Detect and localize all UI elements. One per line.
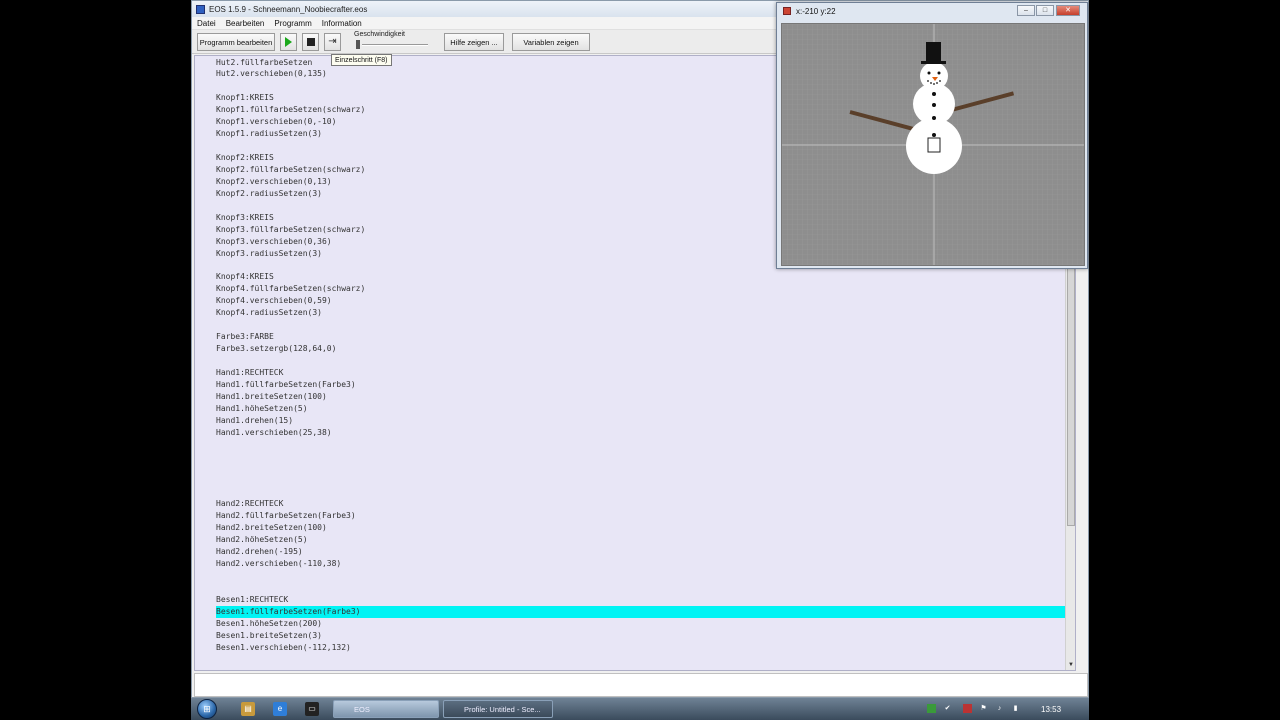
code-line[interactable]: Knopf3.radiusSetzen(3) (216, 248, 322, 260)
code-line[interactable]: Besen1:RECHTECK (216, 594, 288, 606)
tray-power-icon[interactable]: ▮ (1011, 704, 1020, 713)
taskbar: ⊞ ▤ e ▭ EOS Profile: Untitled - Sce... ✔… (191, 698, 1089, 720)
scroll-thumb[interactable] (1067, 266, 1075, 526)
drawing-window-title-bar[interactable]: x:-210 y:22 – □ ✕ (777, 3, 1087, 19)
left-eye (927, 71, 931, 75)
code-line[interactable]: Knopf2:KREIS (216, 152, 274, 164)
code-line[interactable]: Knopf2.verschieben(0,13) (216, 176, 332, 188)
task-eos[interactable]: EOS (333, 700, 439, 718)
code-line[interactable]: Hand2.verschieben(-110,38) (216, 558, 341, 570)
code-line[interactable]: Besen1.verschieben(-112,132) (216, 642, 351, 654)
tray-network-icon[interactable] (927, 704, 936, 713)
code-line[interactable]: Hand1:RECHTECK (216, 367, 283, 379)
code-line[interactable]: Besen1.höheSetzen(200) (216, 618, 322, 630)
mouth-dot (927, 80, 929, 82)
snowman-drawing (782, 24, 1084, 265)
menu-datei[interactable]: Datei (192, 19, 221, 28)
minimize-button[interactable]: – (1017, 5, 1035, 16)
code-line[interactable]: Hand1.füllfarbeSetzen(Farbe3) (216, 379, 356, 391)
code-line[interactable]: Knopf1.verschieben(0,-10) (216, 116, 336, 128)
snowman-bottom (906, 118, 962, 174)
code-line[interactable]: Knopf3.verschieben(0,36) (216, 236, 332, 248)
code-line[interactable]: Hand2.drehen(-195) (216, 546, 303, 558)
tray-volume-icon[interactable]: ♪ (995, 704, 1004, 713)
single-step-button[interactable]: ⇥ (324, 33, 341, 51)
code-line[interactable]: Besen1.füllfarbeSetzen(Farbe3) (216, 606, 361, 618)
code-line[interactable]: Knopf4.verschieben(0,59) (216, 295, 332, 307)
variables-button[interactable]: Variablen zeigen (512, 33, 590, 51)
scroll-down-arrow[interactable]: ▼ (1067, 661, 1075, 669)
coordinate-readout: x:-210 y:22 (796, 6, 836, 16)
code-line[interactable]: Farbe3:FARBE (216, 331, 274, 343)
terminal-icon[interactable]: ▭ (305, 702, 319, 716)
taskbar-clock[interactable]: 13:53 (1041, 698, 1061, 720)
step-icon: ⇥ (328, 36, 337, 47)
menu-bearbeiten[interactable]: Bearbeiten (221, 19, 270, 28)
right-eye (937, 71, 941, 75)
code-line[interactable]: Knopf2.füllfarbeSetzen(schwarz) (216, 164, 365, 176)
code-line[interactable]: Farbe3.setzergb(128,64,0) (216, 343, 336, 355)
code-line[interactable]: Hut2.verschieben(0,135) (216, 68, 327, 80)
code-line[interactable]: Knopf4:KREIS (216, 271, 274, 283)
code-line[interactable]: Knopf1.füllfarbeSetzen(schwarz) (216, 104, 365, 116)
start-button[interactable]: ⊞ (197, 699, 217, 719)
button-1 (932, 92, 936, 96)
play-icon (285, 37, 292, 47)
maximize-button[interactable]: □ (1036, 5, 1054, 16)
mouth-dot (930, 82, 932, 84)
code-line[interactable]: Hand1.breiteSetzen(100) (216, 391, 327, 403)
code-line[interactable]: Knopf3:KREIS (216, 212, 274, 224)
menu-information[interactable]: Information (317, 19, 367, 28)
code-line[interactable]: Hand2.höheSetzen(5) (216, 534, 308, 546)
hat-top (926, 42, 941, 62)
mouth-dot (933, 83, 935, 85)
task-recorder[interactable]: Profile: Untitled - Sce... (443, 700, 553, 718)
code-line[interactable]: Knopf4.radiusSetzen(3) (216, 307, 322, 319)
tray-check-icon[interactable]: ✔ (943, 704, 952, 713)
single-step-tooltip: Einzelschritt (F8) (331, 54, 392, 66)
speed-slider-track[interactable] (362, 44, 428, 46)
browser-icon[interactable]: e (273, 702, 287, 716)
code-line[interactable]: Knopf4.füllfarbeSetzen(schwarz) (216, 283, 365, 295)
tray-security-icon[interactable] (963, 704, 972, 713)
code-line[interactable]: Hand2.breiteSetzen(100) (216, 522, 327, 534)
edit-program-button[interactable]: Programm bearbeiten (197, 33, 275, 51)
window-title: EOS 1.5.9 - Schneemann_Noobiecrafter.eos (209, 4, 368, 14)
output-pane (194, 673, 1088, 697)
code-line[interactable]: Knopf1.radiusSetzen(3) (216, 128, 322, 140)
speed-label: Geschwindigkeit (354, 31, 405, 38)
mouth-dot (939, 80, 941, 82)
code-line[interactable]: Hand1.drehen(15) (216, 415, 293, 427)
explorer-icon[interactable]: ▤ (241, 702, 255, 716)
code-line[interactable]: Knopf1:KREIS (216, 92, 274, 104)
button-4 (932, 133, 936, 137)
eos-app-icon (196, 4, 205, 14)
snowman-head (920, 62, 948, 90)
code-line[interactable]: Knopf3.füllfarbeSetzen(schwarz) (216, 224, 365, 236)
button-3 (932, 116, 936, 120)
stop-icon (306, 38, 315, 46)
code-line[interactable]: Hut2.füllfarbeSetzen (216, 57, 312, 69)
drawing-window: x:-210 y:22 – □ ✕ (776, 2, 1088, 269)
run-button[interactable] (280, 33, 297, 51)
menu-programm[interactable]: Programm (269, 19, 316, 28)
close-button[interactable]: ✕ (1056, 5, 1080, 16)
code-line[interactable]: Hand2.füllfarbeSetzen(Farbe3) (216, 510, 356, 522)
stop-button[interactable] (302, 33, 319, 51)
code-line[interactable]: Besen1.breiteSetzen(3) (216, 630, 322, 642)
code-line[interactable]: Hand1.höheSetzen(5) (216, 403, 308, 415)
hat-brim (921, 61, 946, 64)
code-line[interactable]: Hand1.verschieben(25,38) (216, 427, 332, 439)
speed-slider-thumb[interactable] (356, 40, 360, 49)
code-line[interactable]: Hand2:RECHTECK (216, 498, 283, 510)
code-line[interactable]: Knopf2.radiusSetzen(3) (216, 188, 322, 200)
tray-flag-icon[interactable]: ⚑ (979, 704, 988, 713)
button-2 (932, 103, 936, 107)
mouth-dot (936, 82, 938, 84)
drawing-canvas[interactable] (781, 23, 1085, 266)
drawing-window-icon (783, 7, 791, 15)
help-button[interactable]: Hilfe zeigen ... (444, 33, 504, 51)
